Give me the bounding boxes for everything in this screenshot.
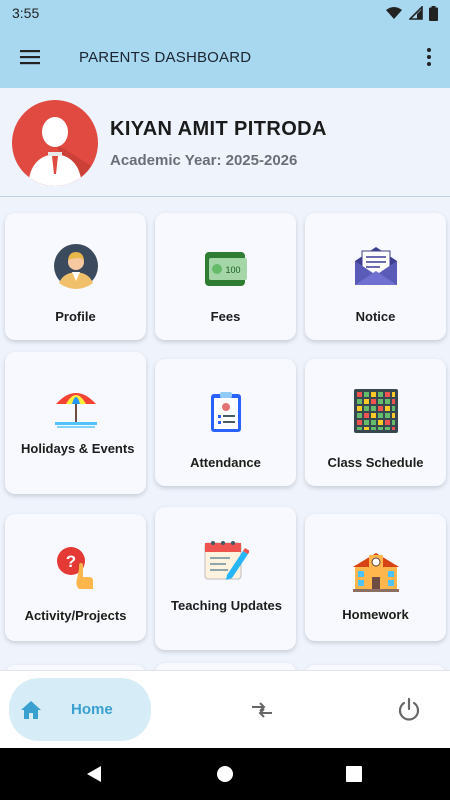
tile-label: Profile bbox=[55, 309, 96, 324]
tile-label: Activity/Projects bbox=[24, 608, 127, 623]
profile-person-icon bbox=[53, 244, 98, 289]
status-bar: 3:55 bbox=[0, 0, 450, 26]
tile-activity-projects[interactable]: ? Activity/Projects bbox=[5, 514, 146, 641]
page-title: PARENTS DASHBOARD bbox=[79, 48, 252, 66]
tile-notice[interactable]: Notice bbox=[305, 213, 446, 340]
tile-class-schedule[interactable]: Class Schedule bbox=[305, 359, 446, 486]
status-icons bbox=[385, 5, 438, 21]
nav-home-button[interactable]: Home bbox=[9, 678, 151, 741]
tile-label: Teaching Updates bbox=[171, 598, 283, 613]
envelope-notice-icon bbox=[354, 247, 397, 285]
tile-label: Homework bbox=[342, 607, 409, 622]
tile-label: Class Schedule bbox=[327, 455, 424, 470]
home-circle-icon[interactable] bbox=[216, 765, 234, 783]
more-vert-icon bbox=[427, 48, 431, 52]
wifi-icon bbox=[386, 7, 402, 19]
battery-icon bbox=[429, 5, 438, 21]
hamburger-menu-icon bbox=[20, 50, 40, 65]
question-hand-icon: ? bbox=[56, 547, 93, 589]
bottom-navigation: Home bbox=[0, 670, 450, 748]
tile-attendance[interactable]: Attendance bbox=[155, 359, 296, 486]
more-options-button[interactable] bbox=[422, 45, 436, 69]
nav-home-label: Home bbox=[71, 701, 113, 718]
back-icon[interactable] bbox=[85, 765, 103, 783]
tile-fees[interactable]: 100 Fees bbox=[155, 213, 296, 340]
student-name: KIYAN AMIT PITRODA bbox=[110, 118, 327, 140]
tile-holidays-events[interactable]: Holidays & Events bbox=[5, 352, 146, 494]
svg-text:?: ? bbox=[65, 552, 75, 571]
power-icon[interactable] bbox=[396, 697, 422, 723]
calendar-grid-icon bbox=[353, 389, 398, 433]
calendar-pencil-icon bbox=[204, 541, 249, 580]
academic-year: Academic Year: 2025-2026 bbox=[110, 152, 298, 169]
menu-button[interactable] bbox=[0, 26, 60, 88]
school-building-icon bbox=[352, 553, 399, 592]
student-header: KIYAN AMIT PITRODA Academic Year: 2025-2… bbox=[0, 88, 450, 197]
tile-profile[interactable]: Profile bbox=[5, 213, 146, 340]
signal-icon bbox=[409, 6, 423, 20]
tile-teaching-updates[interactable]: Teaching Updates bbox=[155, 507, 296, 650]
beach-umbrella-icon bbox=[54, 393, 97, 428]
home-icon bbox=[21, 700, 41, 719]
switch-arrows-icon[interactable] bbox=[249, 697, 275, 723]
app-bar: PARENTS DASHBOARD bbox=[0, 26, 450, 88]
dashboard-tiles: Profile 100 Fees Notice Holidays & Event… bbox=[0, 197, 450, 670]
tile-label: Fees bbox=[210, 309, 241, 324]
student-avatar-icon[interactable] bbox=[12, 100, 98, 186]
svg-text:100: 100 bbox=[225, 265, 240, 275]
money-wallet-icon: 100 bbox=[204, 252, 247, 286]
system-navigation-bar bbox=[0, 748, 450, 800]
clipboard-checklist-icon bbox=[210, 392, 241, 432]
tile-label: Attendance bbox=[190, 455, 261, 470]
tile-homework[interactable]: Homework bbox=[305, 514, 446, 641]
status-time: 3:55 bbox=[12, 5, 40, 21]
tile-partial bbox=[155, 663, 296, 670]
tile-label: Holidays & Events bbox=[21, 441, 135, 456]
tile-label: Notice bbox=[355, 309, 396, 324]
recents-icon[interactable] bbox=[346, 766, 362, 782]
